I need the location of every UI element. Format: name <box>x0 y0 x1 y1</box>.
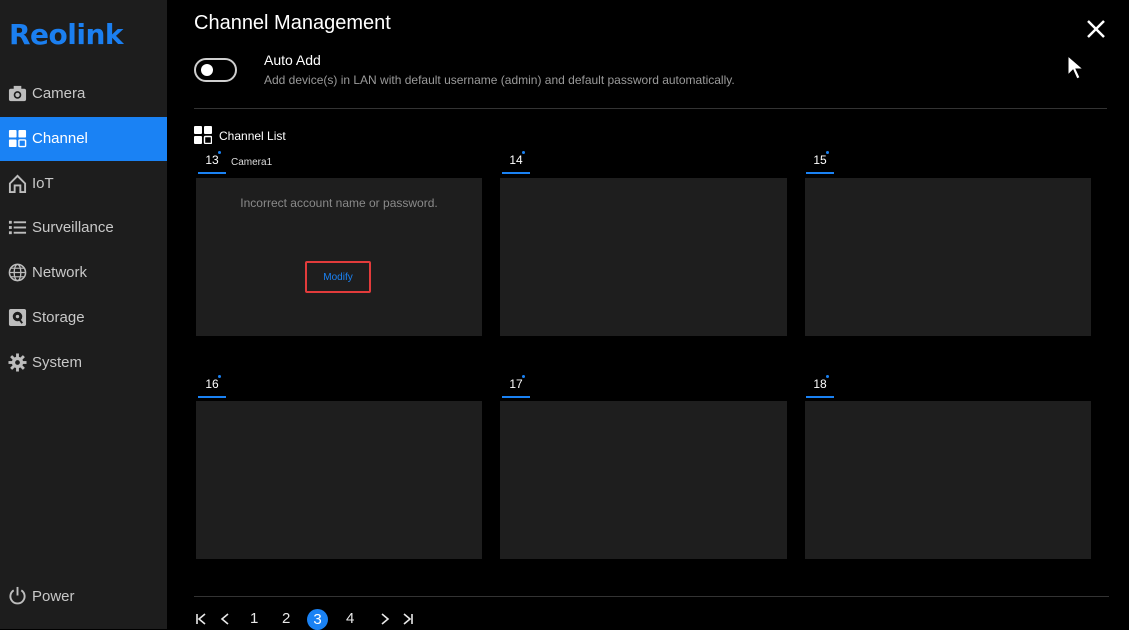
page-1[interactable]: 1 <box>250 610 258 627</box>
channel-tile-18[interactable] <box>805 401 1091 559</box>
channel-status-dot <box>522 151 525 154</box>
auto-add-toggle[interactable] <box>194 58 237 82</box>
modify-button[interactable]: Modify <box>305 261 371 293</box>
iot-home-icon <box>8 174 27 193</box>
sidebar-item-label: Network <box>32 264 88 281</box>
close-icon[interactable] <box>1085 18 1107 40</box>
channel-number: 15 <box>813 153 827 167</box>
sidebar-item-label: IoT <box>32 175 54 192</box>
channel-number: 18 <box>813 377 827 391</box>
list-icon <box>8 220 27 235</box>
power-button[interactable]: Power <box>0 580 167 612</box>
channel-status-dot <box>826 151 829 154</box>
globe-icon <box>8 263 27 282</box>
sidebar-item-label: System <box>32 354 83 371</box>
next-page-icon[interactable] <box>377 612 391 626</box>
sidebar-item-label: Channel <box>32 130 88 147</box>
channel-underline <box>198 396 226 398</box>
page-title: Channel Management <box>194 12 391 34</box>
sidebar-item-surveillance[interactable]: Surveillance <box>0 206 167 250</box>
toggle-knob <box>201 64 213 76</box>
channel-underline <box>198 172 226 174</box>
reolink-logo: Reolink <box>9 18 124 51</box>
page-3-current[interactable]: 3 <box>307 609 328 630</box>
channel-number: 16 <box>205 377 219 391</box>
channel-tile-15[interactable] <box>805 178 1091 336</box>
camera-icon <box>8 85 27 102</box>
auto-add-description: Add device(s) in LAN with default userna… <box>264 73 735 87</box>
channel-error-message: Incorrect account name or password. <box>240 196 438 210</box>
channel-status-dot <box>218 151 221 154</box>
gear-icon <box>8 353 27 372</box>
mouse-cursor-icon <box>1067 55 1085 80</box>
channel-status-dot <box>522 375 525 378</box>
channel-list-label: Channel List <box>219 129 286 143</box>
channel-tile-17[interactable] <box>500 401 787 559</box>
storage-icon <box>8 308 27 327</box>
channel-camera-name: Camera1 <box>231 157 273 168</box>
channel-tile-16[interactable] <box>196 401 482 559</box>
page-2[interactable]: 2 <box>282 610 290 627</box>
channel-number: 13 <box>205 153 219 167</box>
channel-number: 17 <box>509 377 523 391</box>
sidebar-item-label: Storage <box>32 309 85 326</box>
channel-underline <box>502 172 530 174</box>
channel-underline <box>502 396 530 398</box>
channel-number: 14 <box>509 153 523 167</box>
sidebar: Reolink Camera Channel IoT Surveillance … <box>0 0 167 629</box>
power-icon <box>9 586 26 605</box>
sidebar-item-channel[interactable]: Channel <box>0 117 167 161</box>
last-page-icon[interactable] <box>400 612 414 626</box>
sidebar-item-system[interactable]: System <box>0 341 167 385</box>
channel-list-icon <box>194 126 212 144</box>
first-page-icon[interactable] <box>195 612 209 626</box>
channel-underline <box>806 396 834 398</box>
channel-tile-13[interactable]: Incorrect account name or password. Modi… <box>196 178 482 336</box>
channel-grid-icon <box>8 129 27 148</box>
sidebar-item-network[interactable]: Network <box>0 251 167 295</box>
sidebar-item-label: Camera <box>32 85 86 102</box>
channel-status-dot <box>826 375 829 378</box>
auto-add-title: Auto Add <box>264 52 321 68</box>
divider <box>194 596 1109 597</box>
power-label: Power <box>32 588 75 605</box>
channel-management-panel: Channel Management Auto Add Add device(s… <box>167 0 1129 630</box>
sidebar-item-camera[interactable]: Camera <box>0 72 167 116</box>
sidebar-item-storage[interactable]: Storage <box>0 296 167 340</box>
channel-underline <box>806 172 834 174</box>
sidebar-item-iot[interactable]: IoT <box>0 162 167 206</box>
sidebar-item-label: Surveillance <box>32 219 114 236</box>
channel-tile-14[interactable] <box>500 178 787 336</box>
divider <box>194 108 1107 109</box>
page-4[interactable]: 4 <box>346 610 354 627</box>
prev-page-icon[interactable] <box>219 612 233 626</box>
channel-status-dot <box>218 375 221 378</box>
